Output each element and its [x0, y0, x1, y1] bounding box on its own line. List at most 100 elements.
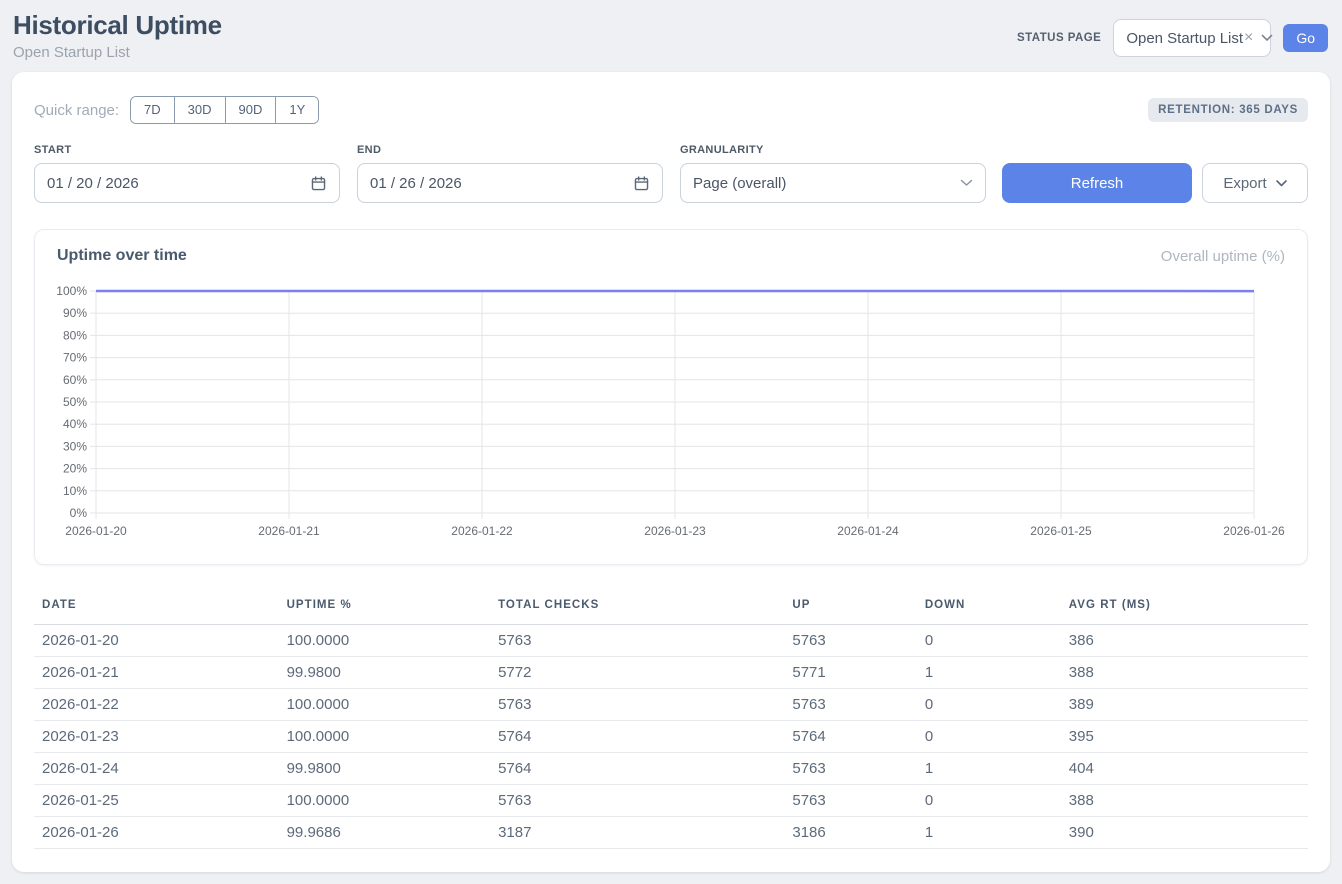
- table-cell: 99.9800: [279, 753, 490, 785]
- svg-text:80%: 80%: [63, 328, 87, 342]
- svg-text:30%: 30%: [63, 439, 87, 453]
- chevron-down-icon: [1276, 180, 1287, 187]
- table-cell: 5763: [784, 689, 916, 721]
- table-cell: 100.0000: [279, 785, 490, 817]
- table-row: 2026-01-2699.9686318731861390: [34, 817, 1308, 849]
- table-cell: 5764: [784, 721, 916, 753]
- table-cell: 0: [917, 721, 1061, 753]
- table-cell: 99.9800: [279, 657, 490, 689]
- main-card: Quick range: 7D 30D 90D 1Y RETENTION: 36…: [12, 72, 1330, 872]
- svg-text:90%: 90%: [63, 306, 87, 320]
- granularity-select[interactable]: Page (overall): [680, 163, 986, 203]
- table-cell: 100.0000: [279, 625, 490, 657]
- uptime-chart-card: Uptime over time Overall uptime (%) 0% 10…: [34, 229, 1308, 565]
- svg-text:2026-01-26: 2026-01-26: [1223, 524, 1285, 538]
- quick-range-1y-button[interactable]: 1Y: [275, 97, 318, 123]
- table-cell: 5772: [490, 657, 784, 689]
- go-button[interactable]: Go: [1283, 24, 1328, 52]
- end-date-input[interactable]: 01 / 26 / 2026: [357, 163, 663, 203]
- table-cell: 3187: [490, 817, 784, 849]
- svg-text:60%: 60%: [63, 373, 87, 387]
- uptime-table-body: 2026-01-20100.00005763576303862026-01-21…: [34, 625, 1308, 849]
- table-cell: 0: [917, 785, 1061, 817]
- table-cell: 386: [1061, 625, 1308, 657]
- table-cell: 389: [1061, 689, 1308, 721]
- table-cell: 5763: [784, 625, 916, 657]
- status-page-select[interactable]: Open Startup List×: [1113, 19, 1271, 57]
- svg-text:0%: 0%: [70, 506, 88, 520]
- export-button[interactable]: Export: [1202, 163, 1308, 203]
- uptime-chart-svg: 0%10%20%30%40%50%60%70%80%90%100%2026-01…: [57, 271, 1287, 541]
- status-page-select-value: Open Startup List: [1126, 30, 1243, 47]
- svg-text:10%: 10%: [63, 484, 87, 498]
- table-row: 2026-01-2499.9800576457631404: [34, 753, 1308, 785]
- column-header-uptime: UPTIME %: [279, 587, 490, 625]
- column-header-up: UP: [784, 587, 916, 625]
- table-cell: 2026-01-23: [34, 721, 279, 753]
- table-cell: 5764: [490, 721, 784, 753]
- granularity-label: GRANULARITY: [680, 144, 986, 156]
- quick-range-group: 7D 30D 90D 1Y: [130, 96, 319, 124]
- table-cell: 99.9686: [279, 817, 490, 849]
- page-title: Historical Uptime: [13, 10, 222, 41]
- table-cell: 5763: [490, 689, 784, 721]
- chevron-down-icon: [960, 179, 973, 187]
- table-cell: 3186: [784, 817, 916, 849]
- uptime-table-head: DATE UPTIME % TOTAL CHECKS UP DOWN AVG R…: [34, 587, 1308, 625]
- table-cell: 100.0000: [279, 721, 490, 753]
- table-cell: 5763: [490, 625, 784, 657]
- column-header-total-checks: TOTAL CHECKS: [490, 587, 784, 625]
- retention-badge: RETENTION: 365 DAYS: [1148, 98, 1308, 122]
- table-cell: 5763: [490, 785, 784, 817]
- table-cell: 2026-01-22: [34, 689, 279, 721]
- table-row: 2026-01-25100.0000576357630388: [34, 785, 1308, 817]
- refresh-button[interactable]: Refresh: [1002, 163, 1192, 203]
- calendar-icon[interactable]: [310, 175, 327, 192]
- column-header-avg-rt: AVG RT (MS): [1061, 587, 1308, 625]
- granularity-value: Page (overall): [693, 175, 786, 192]
- quick-range-7d-button[interactable]: 7D: [131, 97, 174, 123]
- calendar-icon[interactable]: [633, 175, 650, 192]
- table-cell: 388: [1061, 657, 1308, 689]
- table-cell: 5764: [490, 753, 784, 785]
- table-row: 2026-01-2199.9800577257711388: [34, 657, 1308, 689]
- table-cell: 2026-01-24: [34, 753, 279, 785]
- start-date-label: START: [34, 144, 340, 156]
- start-date-input[interactable]: 01 / 20 / 2026: [34, 163, 340, 203]
- table-cell: 0: [917, 625, 1061, 657]
- chart-title: Uptime over time: [57, 247, 187, 265]
- export-button-label: Export: [1223, 175, 1266, 192]
- table-cell: 390: [1061, 817, 1308, 849]
- start-date-value: 01 / 20 / 2026: [47, 175, 139, 192]
- table-cell: 2026-01-20: [34, 625, 279, 657]
- quick-range-label: Quick range:: [34, 102, 119, 119]
- start-date-field: START 01 / 20 / 2026: [34, 144, 340, 203]
- quick-range-30d-button[interactable]: 30D: [174, 97, 225, 123]
- table-cell: 2026-01-25: [34, 785, 279, 817]
- svg-text:2026-01-22: 2026-01-22: [451, 524, 513, 538]
- table-row: 2026-01-22100.0000576357630389: [34, 689, 1308, 721]
- chevron-down-icon: [1261, 34, 1273, 42]
- table-cell: 1: [917, 817, 1061, 849]
- table-cell: 2026-01-26: [34, 817, 279, 849]
- chart-legend-label: Overall uptime (%): [1161, 248, 1285, 265]
- table-cell: 395: [1061, 721, 1308, 753]
- svg-text:2026-01-23: 2026-01-23: [644, 524, 706, 538]
- chart-header: Uptime over time Overall uptime (%): [57, 247, 1285, 265]
- table-cell: 5763: [784, 785, 916, 817]
- historical-uptime-page: Historical Uptime Open Startup List STAT…: [0, 0, 1342, 884]
- table-cell: 388: [1061, 785, 1308, 817]
- svg-text:2026-01-25: 2026-01-25: [1030, 524, 1092, 538]
- table-cell: 100.0000: [279, 689, 490, 721]
- page-header: Historical Uptime Open Startup List STAT…: [0, 0, 1342, 72]
- clear-selection-icon[interactable]: ×: [1244, 30, 1253, 46]
- column-header-down: DOWN: [917, 587, 1061, 625]
- table-cell: 2026-01-21: [34, 657, 279, 689]
- quick-range-row: Quick range: 7D 30D 90D 1Y RETENTION: 36…: [34, 96, 1308, 124]
- quick-range-90d-button[interactable]: 90D: [225, 97, 276, 123]
- end-date-field: END 01 / 26 / 2026: [357, 144, 663, 203]
- end-date-value: 01 / 26 / 2026: [370, 175, 462, 192]
- table-row: 2026-01-23100.0000576457640395: [34, 721, 1308, 753]
- table-cell: 404: [1061, 753, 1308, 785]
- svg-text:50%: 50%: [63, 395, 87, 409]
